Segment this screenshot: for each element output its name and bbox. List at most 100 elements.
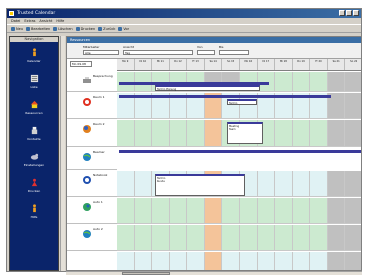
resource-cell[interactable]: Notebook xyxy=(67,171,117,197)
day-cell[interactable] xyxy=(239,198,258,224)
day-cell[interactable] xyxy=(275,225,293,251)
day-cell[interactable] xyxy=(134,120,153,147)
day-cell[interactable] xyxy=(275,72,293,92)
day-cell[interactable] xyxy=(327,120,346,147)
day-cell[interactable] xyxy=(187,198,205,224)
day-cell[interactable] xyxy=(204,198,223,224)
day-cell[interactable] xyxy=(345,225,361,251)
day-cell[interactable] xyxy=(275,171,293,197)
resource-cell[interactable]: Beamer xyxy=(67,148,117,170)
day-cell[interactable] xyxy=(292,198,311,224)
resource-cell[interactable]: Auto 1 xyxy=(67,198,117,224)
day-cell[interactable] xyxy=(327,252,346,270)
day-cell[interactable] xyxy=(292,225,311,251)
maximize-button[interactable] xyxy=(346,10,352,16)
day-cell[interactable] xyxy=(169,225,188,251)
day-cell[interactable] xyxy=(134,225,153,251)
day-cell[interactable] xyxy=(327,72,346,92)
day-cell[interactable] xyxy=(222,198,240,224)
day-cell[interactable] xyxy=(204,120,223,147)
sidebar-item-kalender[interactable]: Kalender xyxy=(10,42,58,68)
appointment[interactable]: Termin xyxy=(227,99,257,105)
day-cell[interactable] xyxy=(204,252,223,270)
ansicht-field[interactable]: Tag xyxy=(123,50,193,55)
day-cell[interactable] xyxy=(345,198,361,224)
day-cell[interactable] xyxy=(275,252,293,270)
day-cell[interactable] xyxy=(345,120,361,147)
day-header[interactable]: Sa 14 xyxy=(205,59,223,70)
day-cell[interactable] xyxy=(292,171,311,197)
resource-cell[interactable]: Raum 1 xyxy=(67,93,117,119)
day-cell[interactable] xyxy=(169,120,188,147)
day-header[interactable]: Sa 21 xyxy=(328,59,346,70)
day-header[interactable]: Mi 11 xyxy=(152,59,170,70)
toolbar-button[interactable]: Vor xyxy=(118,26,129,31)
day-cell[interactable] xyxy=(117,225,135,251)
sidebar-item-liste[interactable]: Liste xyxy=(10,68,58,94)
resource-cell[interactable]: Raum 2 xyxy=(67,120,117,147)
resource-cell[interactable]: Besprechung xyxy=(67,72,117,92)
day-cell[interactable] xyxy=(257,171,276,197)
toolbar-button[interactable]: Zurück xyxy=(98,26,115,31)
day-header[interactable]: Fr 20 xyxy=(310,59,328,70)
day-cell[interactable] xyxy=(152,120,170,147)
toolbar-button[interactable]: Neu xyxy=(11,26,23,31)
appointment[interactable]: Termin Planung xyxy=(155,85,260,91)
day-cell[interactable] xyxy=(327,171,346,197)
day-cell[interactable] xyxy=(117,198,135,224)
toolbar-button[interactable]: Löschen xyxy=(53,26,73,31)
toolbar-button[interactable]: Bearbeiten xyxy=(26,26,50,31)
day-cell[interactable] xyxy=(310,198,328,224)
day-cell[interactable] xyxy=(292,252,311,270)
day-cell[interactable] xyxy=(152,198,170,224)
day-cell[interactable] xyxy=(239,252,258,270)
day-cell[interactable] xyxy=(257,225,276,251)
day-cell[interactable] xyxy=(310,120,328,147)
bis-field[interactable] xyxy=(219,50,249,55)
day-header[interactable]: Mo 16 xyxy=(240,59,258,70)
day-cell[interactable] xyxy=(187,225,205,251)
day-cell[interactable] xyxy=(117,252,135,270)
day-cell[interactable] xyxy=(239,225,258,251)
day-cell[interactable] xyxy=(222,225,240,251)
day-cell[interactable] xyxy=(257,252,276,270)
day-header[interactable]: Do 12 xyxy=(170,59,188,70)
day-header[interactable]: Mo 9 xyxy=(117,59,135,70)
title-bar[interactable]: Trusted Calendar xyxy=(7,9,361,18)
date-select[interactable]: Mo 09.08 xyxy=(70,61,92,67)
day-cell[interactable] xyxy=(310,252,328,270)
day-header[interactable]: Di 10 xyxy=(135,59,153,70)
day-cell[interactable] xyxy=(327,225,346,251)
sidebar-item-hilfe[interactable]: Hilfe xyxy=(10,198,58,224)
day-cell[interactable] xyxy=(275,198,293,224)
resource-cell[interactable] xyxy=(67,252,117,270)
horizontal-scrollbar[interactable] xyxy=(66,271,362,275)
day-cell[interactable] xyxy=(292,72,311,92)
day-cell[interactable] xyxy=(169,252,188,270)
toolbar-button[interactable]: Drucken xyxy=(75,26,95,31)
day-cell[interactable] xyxy=(310,171,328,197)
mitarbeiter-field[interactable]: Alle xyxy=(83,50,119,55)
day-cell[interactable] xyxy=(152,252,170,270)
day-cell[interactable] xyxy=(222,252,240,270)
day-cell[interactable] xyxy=(310,72,328,92)
day-cell[interactable] xyxy=(345,252,361,270)
day-cell[interactable] xyxy=(310,225,328,251)
appointment[interactable]: Meeting Team xyxy=(227,122,263,144)
sidebar-item-ressourcen[interactable]: Ressourcen xyxy=(10,94,58,120)
sidebar-item-drucken[interactable]: Drucken xyxy=(10,172,58,198)
day-header[interactable]: Do 19 xyxy=(293,59,311,70)
day-cell[interactable] xyxy=(345,93,361,119)
von-field[interactable] xyxy=(197,50,215,55)
day-cell[interactable] xyxy=(152,225,170,251)
day-cell[interactable] xyxy=(187,252,205,270)
booking-bar[interactable] xyxy=(119,95,331,98)
day-cell[interactable] xyxy=(345,72,361,92)
sidebar-scrollbar[interactable] xyxy=(60,36,65,271)
sidebar-item-kontakte[interactable]: Kontakte xyxy=(10,120,58,146)
booking-bar[interactable] xyxy=(119,150,361,153)
sidebar-item-einstellungen[interactable]: Einstellungen xyxy=(10,146,58,172)
day-cell[interactable] xyxy=(327,198,346,224)
day-header[interactable]: Fr 13 xyxy=(187,59,205,70)
day-cell[interactable] xyxy=(187,120,205,147)
